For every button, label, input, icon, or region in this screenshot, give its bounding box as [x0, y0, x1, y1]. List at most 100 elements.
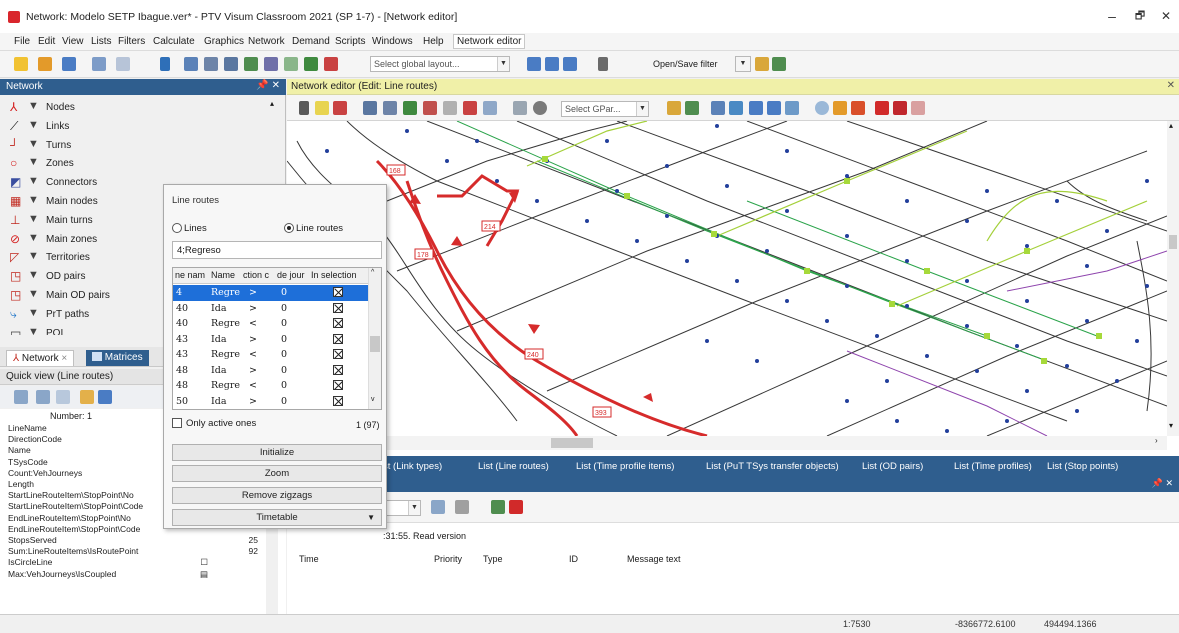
menu-graphics[interactable]: Graphics [204, 36, 244, 47]
filter-funnel-icon[interactable]: ▼ [28, 307, 39, 319]
in-selection-checkbox[interactable] [333, 287, 343, 297]
stop-point[interactable] [585, 219, 589, 223]
col-message-text[interactable]: Message text [627, 554, 681, 564]
list-icon[interactable] [244, 57, 258, 71]
route-stop-label[interactable]: 393 [592, 406, 612, 418]
close-button[interactable]: ✕ [1151, 6, 1179, 26]
network-item-links[interactable]: ⟋ ▼ Links [4, 118, 280, 136]
filter-funnel-icon[interactable]: ▼ [28, 269, 39, 281]
binoculars-icon[interactable] [363, 101, 377, 115]
node-marker[interactable] [844, 178, 850, 184]
stop-point[interactable] [1085, 319, 1089, 323]
menu-filters[interactable]: Filters [118, 36, 145, 47]
qv-save-icon[interactable] [98, 390, 112, 404]
calc-icon[interactable] [304, 57, 318, 71]
col-name[interactable]: Name [211, 270, 241, 280]
line-route-search-input[interactable]: 4;Regreso [172, 241, 382, 259]
remove-zigzags-button[interactable]: Remove zigzags [172, 487, 382, 504]
tab-list-put-tsys-transfer[interactable]: List (PuT TSys transfer objects) [706, 461, 839, 472]
layout-icon-2[interactable] [545, 57, 559, 71]
paint-icon[interactable] [833, 101, 847, 115]
filter-dropdown[interactable]: ▼ [735, 56, 751, 72]
tab-list-time-profiles[interactable]: List (Time profiles) [954, 461, 1032, 472]
route-stop-label[interactable]: 178 [414, 248, 434, 260]
tab-list-line-routes[interactable]: List (Line routes) [478, 461, 549, 472]
msg-red-icon[interactable] [509, 500, 523, 514]
stop-point[interactable] [1025, 389, 1029, 393]
grid-scrollbar[interactable]: ^ v [368, 268, 381, 409]
msg-green-icon[interactable] [491, 500, 505, 514]
col-vehicle-journeys[interactable]: de jour [277, 270, 309, 280]
pointer-icon[interactable] [315, 101, 329, 115]
menu-calculate[interactable]: Calculate [153, 36, 195, 47]
menu-windows[interactable]: Windows [372, 36, 413, 47]
stop-point[interactable] [785, 149, 789, 153]
map-vertical-scrollbar[interactable]: ▴ ▾ [1167, 121, 1179, 436]
stop-point[interactable] [825, 319, 829, 323]
initialize-button[interactable]: Initialize [172, 444, 382, 461]
stop-point[interactable] [725, 184, 729, 188]
col-priority[interactable]: Priority [434, 554, 462, 564]
col-type[interactable]: Type [483, 554, 503, 564]
stop-point[interactable] [965, 219, 969, 223]
edit-icon[interactable] [333, 101, 347, 115]
menu-network-editor[interactable]: Network editor [453, 34, 526, 49]
radio-lines[interactable]: Lines [172, 223, 207, 234]
qv-row[interactable]: IsCircleLine ☐ [8, 557, 278, 568]
stop-point[interactable] [665, 164, 669, 168]
stop-point[interactable] [905, 259, 909, 263]
new-icon[interactable] [14, 57, 28, 71]
tab-list-od-pairs[interactable]: List (OD pairs) [862, 461, 923, 472]
menu-demand[interactable]: Demand [292, 36, 330, 47]
in-selection-checkbox[interactable] [333, 349, 343, 359]
in-selection-checkbox[interactable] [333, 380, 343, 390]
run-icon[interactable] [160, 57, 170, 71]
stop-point[interactable] [845, 284, 849, 288]
tab-list-stop-points[interactable]: List (Stop points) [1047, 461, 1118, 472]
line-route-row[interactable]: 50 Ida >0 [173, 394, 369, 410]
open-icon[interactable] [38, 57, 52, 71]
network-item-turns[interactable]: ┘ ▼ Turns [4, 137, 280, 155]
line-route-row[interactable]: 40 Regre: <0 [173, 316, 369, 332]
col-id[interactable]: ID [569, 554, 578, 564]
filter-funnel-icon[interactable]: ▼ [28, 250, 39, 262]
stop-point[interactable] [665, 214, 669, 218]
filter-funnel-icon[interactable]: ▼ [28, 194, 39, 206]
filter-icon[interactable] [204, 57, 218, 71]
route-stop-label[interactable]: 168 [386, 164, 406, 176]
line-route-row[interactable]: 43 Ida >0 [173, 332, 369, 348]
qv-row[interactable]: Max:VehJourneys\IsCoupled ▤ [8, 569, 278, 580]
stop-point[interactable] [535, 199, 539, 203]
line-route-row[interactable]: 48 Ida >0 [173, 363, 369, 379]
stop-point[interactable] [635, 239, 639, 243]
filter-funnel-icon[interactable]: ▼ [28, 232, 39, 244]
save-icon[interactable] [62, 57, 76, 71]
in-selection-checkbox[interactable] [333, 318, 343, 328]
qv-icon-3[interactable] [56, 390, 70, 404]
map-horizontal-scrollbar[interactable]: › [287, 436, 1167, 450]
network-check-icon[interactable] [284, 57, 298, 71]
stop-point[interactable] [1015, 344, 1019, 348]
col-in-selection[interactable]: In selection [311, 270, 367, 280]
stop-point[interactable] [615, 189, 619, 193]
line-routes-grid[interactable]: ne nam Name ction c de jour In selection… [172, 267, 382, 410]
filter-funnel-icon[interactable]: ▼ [28, 156, 39, 168]
node-marker[interactable] [624, 193, 630, 199]
stop-point[interactable] [845, 234, 849, 238]
tab-network[interactable]: ⅄ Network × [6, 350, 75, 366]
filter-funnel-icon[interactable]: ▼ [28, 326, 39, 335]
graphics-icon[interactable] [224, 57, 238, 71]
stop-point[interactable] [475, 139, 479, 143]
qv-icon-2[interactable] [36, 390, 50, 404]
line-route-row[interactable]: 40 Ida >0 [173, 301, 369, 317]
zoom-in-icon[interactable] [729, 101, 743, 115]
stop-point[interactable] [1025, 299, 1029, 303]
qv-icon-1[interactable] [14, 390, 28, 404]
stop-point[interactable] [1075, 409, 1079, 413]
stop-point[interactable] [875, 334, 879, 338]
stop-point[interactable] [905, 199, 909, 203]
stop-point[interactable] [325, 149, 329, 153]
stop-point[interactable] [1005, 419, 1009, 423]
col-line-name[interactable]: ne nam [175, 270, 209, 280]
export-icon[interactable] [911, 101, 925, 115]
